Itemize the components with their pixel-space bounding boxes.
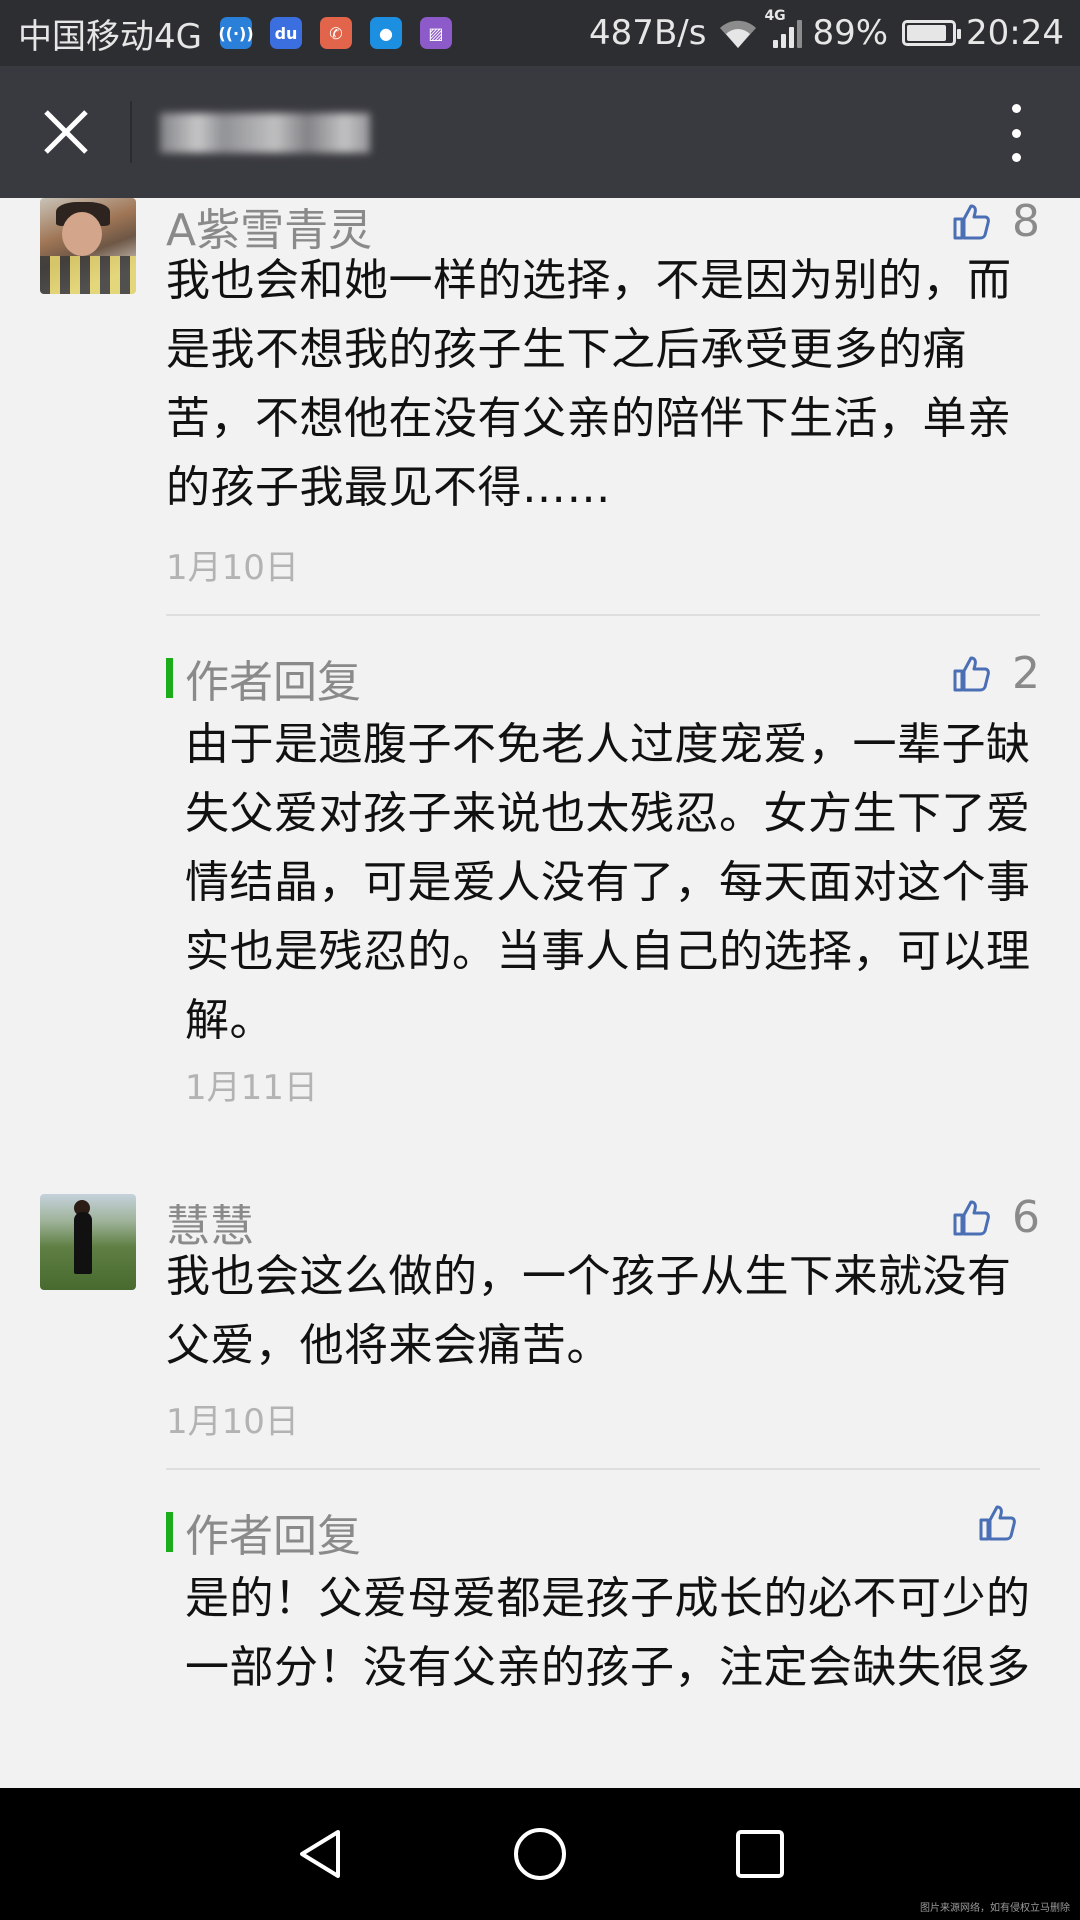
missed-call-icon: ✆ — [319, 17, 352, 49]
net-speed: 487B/s — [589, 13, 707, 53]
reply-like-button[interactable] — [978, 1504, 1016, 1542]
comment-date: 1月10日 — [166, 1402, 299, 1442]
comment-list[interactable]: A紫雪青灵 8 我也会和她一样的选择，不是因为别的，而是我不想我的孩子生下之后承… — [0, 198, 1080, 1788]
thumbs-up-icon — [953, 1200, 990, 1235]
page-title-blurred — [160, 113, 370, 153]
thumbs-up-icon — [953, 656, 990, 691]
avatar[interactable] — [40, 1194, 136, 1290]
thumbs-up-icon — [953, 204, 990, 239]
recent-apps-icon[interactable] — [730, 1824, 790, 1884]
battery-icon — [902, 20, 962, 46]
divider — [166, 614, 1040, 616]
more-options-button[interactable] — [1002, 104, 1030, 162]
avatar[interactable] — [40, 198, 136, 294]
gallery-icon: ▨ — [419, 17, 452, 49]
reply-accent-bar — [166, 658, 173, 698]
home-icon[interactable] — [510, 1824, 570, 1884]
navigation-bar: 图片来源网络，如有侵权立马删除 — [0, 1788, 1080, 1920]
like-button[interactable]: 6 — [952, 1192, 1040, 1243]
comment-text: 我也会和她一样的选择，不是因为别的，而是我不想我的孩子生下之后承受更多的痛苦，不… — [166, 255, 1012, 513]
like-count: 8 — [1012, 198, 1040, 247]
reply-text: 由于是遗腹子不免老人过度宠爱，一辈子缺失父爱对孩子来说也太残忍。女方生下了爱情结… — [185, 719, 1031, 1046]
comment-text: 我也会这么做的，一个孩子从生下来就没有父爱，他将来会痛苦。 — [166, 1251, 1012, 1371]
thumbs-up-icon — [979, 1505, 1016, 1541]
author-reply-label: 作者回复 — [166, 1500, 361, 1564]
like-count: 2 — [1012, 648, 1040, 699]
close-icon[interactable] — [40, 106, 92, 158]
reply-date: 1月11日 — [185, 1068, 318, 1108]
message-icon: ● — [369, 17, 402, 49]
like-count: 6 — [1012, 1192, 1040, 1243]
baidu-icon: du — [269, 17, 302, 49]
status-bar: 中国移动4G ((·)) du ✆ ● ▨ 487B/s 4G 89% 20:2… — [0, 0, 1080, 66]
wifi-share-icon: ((·)) — [218, 17, 254, 49]
wifi-icon — [720, 20, 757, 48]
author-reply-label: 作者回复 — [166, 646, 361, 710]
clock: 20:24 — [966, 13, 1064, 53]
cell-signal-icon: 4G — [764, 8, 803, 48]
back-icon[interactable] — [290, 1824, 350, 1884]
divider — [166, 1468, 1040, 1470]
reply-accent-bar — [166, 1512, 173, 1552]
title-bar — [0, 66, 1080, 198]
comment-date: 1月10日 — [166, 548, 299, 588]
battery-percent: 89% — [812, 13, 889, 53]
reply-text: 是的！父爱母爱都是孩子成长的必不可少的一部分！没有父亲的孩子，注定会缺失很多 — [185, 1573, 1031, 1693]
watermark: 图片来源网络，如有侵权立马删除 — [920, 1903, 1070, 1914]
carrier-label: 中国移动4G — [18, 16, 202, 57]
title-divider — [130, 101, 132, 163]
reply-like-button[interactable]: 2 — [952, 648, 1040, 699]
like-button[interactable]: 8 — [952, 198, 1040, 247]
